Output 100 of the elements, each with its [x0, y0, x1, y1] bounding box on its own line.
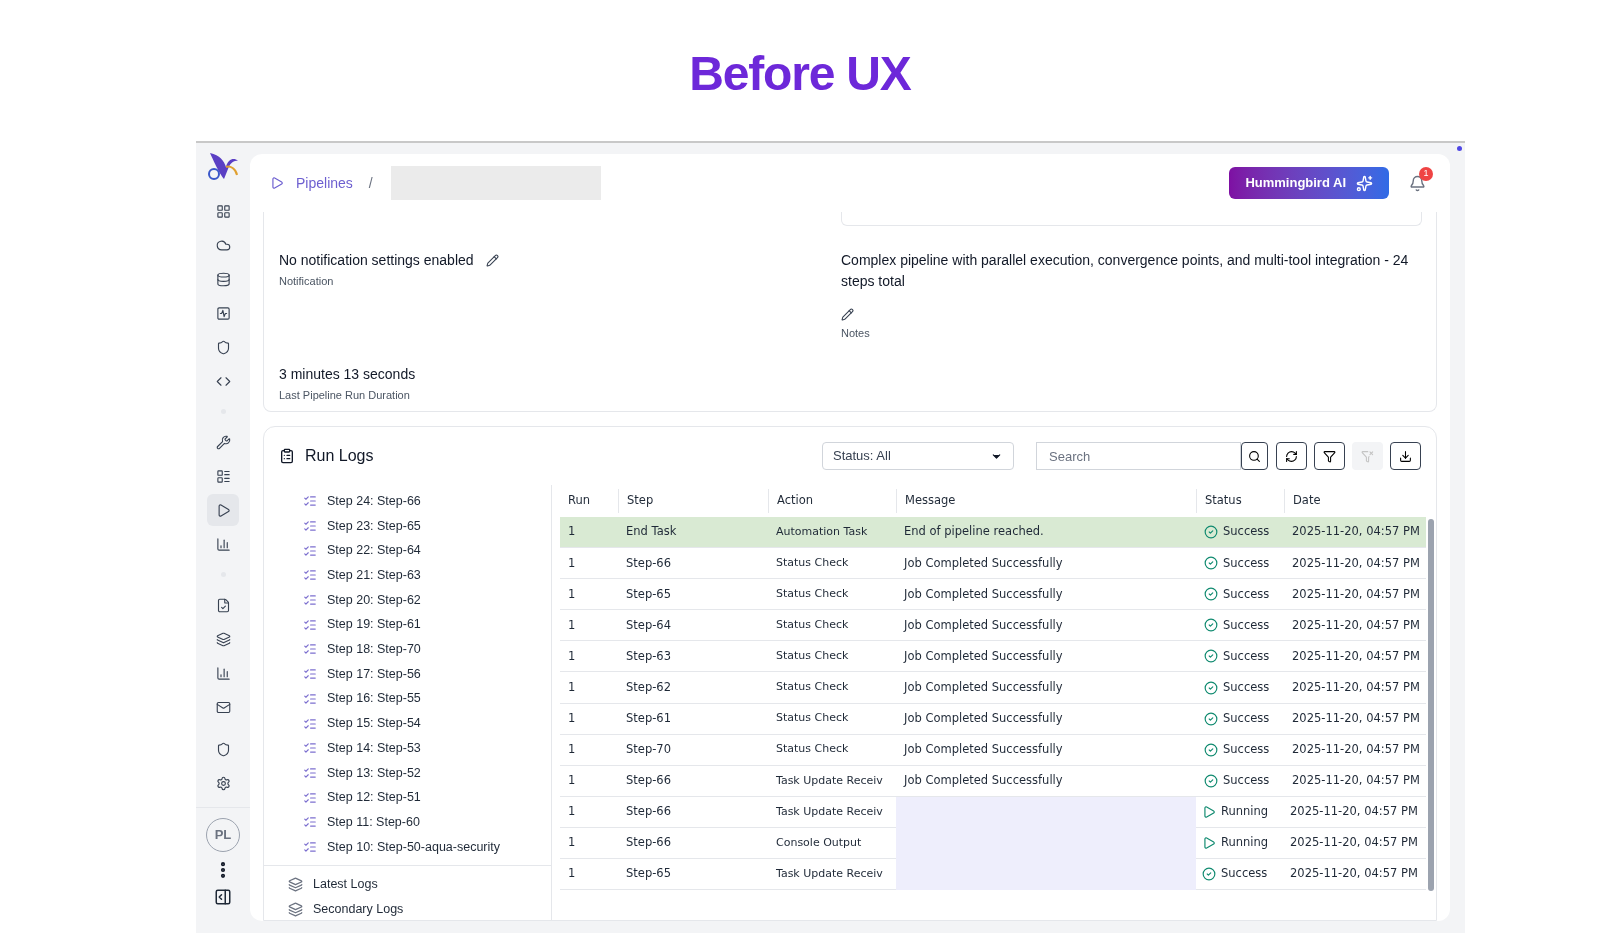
date-cell: 2025-11-20, 04:57 PM: [1292, 741, 1420, 759]
step-item[interactable]: Step 15: Step-54: [303, 711, 551, 736]
download-icon: [1399, 449, 1412, 463]
step-item[interactable]: Step 16: Step-55: [303, 686, 551, 712]
mail-icon: [215, 699, 231, 715]
panel-toggle-icon[interactable]: [214, 888, 232, 906]
step-item[interactable]: Step 17: Step-56: [303, 661, 551, 687]
step-cell-text: Step-61: [626, 710, 671, 727]
search-field[interactable]: Search: [1036, 442, 1241, 470]
scrollbar[interactable]: [1428, 519, 1434, 891]
log-source-item[interactable]: Secondary Logs: [288, 897, 551, 920]
status-label: Success: [1223, 585, 1270, 603]
action-cell-text: Console Output: [776, 834, 862, 851]
step-cell: Step-64: [626, 616, 671, 634]
step-item[interactable]: Step 10: Step-50-aqua-security: [303, 834, 551, 860]
layers-icon: [288, 901, 303, 917]
bird-logo[interactable]: [206, 151, 240, 181]
filter-button[interactable]: [1314, 442, 1345, 470]
table-row[interactable]: 1 End Task Automation Task End of pipeline reached. Success 2025-11-20, 04:57 PM: [560, 517, 1426, 549]
status-label: Success: [1223, 647, 1270, 665]
layers-icon: [215, 631, 231, 647]
step-cell: Step-65: [626, 865, 671, 883]
checklist-icon: [303, 617, 317, 632]
wrench-icon: [215, 434, 231, 450]
status-label: Running: [1221, 834, 1269, 852]
step-item[interactable]: Step 19: Step-61: [303, 612, 551, 638]
column-header: Status: [1204, 492, 1242, 510]
date-cell: 2025-11-20, 04:57 PM: [1292, 585, 1420, 603]
status-label: Success: [1223, 554, 1270, 572]
date-cell-text: 2025-11-20, 04:57 PM: [1292, 678, 1420, 696]
step-item[interactable]: Step 18: Step-70: [303, 637, 551, 662]
date-cell: 2025-11-20, 04:57 PM: [1290, 803, 1418, 821]
search-button[interactable]: [1241, 442, 1268, 470]
duration-label: Last Pipeline Run Duration: [279, 387, 411, 403]
step-item[interactable]: Step 23: Step-65: [303, 513, 551, 539]
step-item[interactable]: Step 12: Step-51: [303, 785, 551, 810]
action-cell: Status Check: [776, 679, 849, 696]
download-button[interactable]: [1390, 442, 1421, 470]
clear-filter-icon: [1361, 449, 1374, 463]
status-label: Success: [1223, 678, 1270, 696]
ai-assistant-button[interactable]: Hummingbird AI: [1229, 167, 1389, 199]
checklist-icon: [303, 593, 317, 608]
refresh-button[interactable]: [1276, 442, 1307, 470]
step-item[interactable]: Step 13: Step-52: [303, 760, 551, 786]
step-item[interactable]: Step 14: Step-53: [303, 735, 551, 761]
action-cell-text: Automation Task: [776, 523, 868, 540]
step-item[interactable]: Step 20: Step-62: [303, 587, 551, 613]
log-source-item[interactable]: Latest Logs: [288, 872, 551, 897]
checklist-icon: [303, 667, 317, 682]
cloud-icon: [215, 237, 231, 253]
column-header: Action: [776, 492, 814, 510]
step-item[interactable]: Step 11: Step-60: [303, 809, 551, 835]
step-cell: End Task: [626, 523, 677, 541]
file-check-icon: [215, 597, 231, 613]
edit-icon[interactable]: [485, 254, 499, 267]
checklist-icon: [303, 642, 317, 657]
step-item[interactable]: Step 21: Step-63: [303, 563, 551, 588]
message-cell: Job Completed Successfully: [904, 741, 1063, 759]
notes-label: Notes: [841, 326, 871, 341]
message-cell: Job Completed Successfully: [904, 554, 1063, 572]
table-row[interactable]: 1 Step-66 Console Output Running 2025-11-20, 04:57 PM: [560, 827, 1426, 860]
run-cell-text: 1: [568, 647, 576, 665]
database-icon: [215, 271, 231, 287]
status-label: Success: [1223, 523, 1270, 541]
chart-icon: [215, 305, 231, 321]
status-label: Success: [1223, 616, 1270, 634]
date-cell: 2025-11-20, 04:57 PM: [1290, 865, 1418, 883]
date-cell: 2025-11-20, 04:57 PM: [1292, 523, 1420, 541]
notification-value: No notification settings enabled: [279, 251, 474, 270]
notification-bell-icon[interactable]: [1409, 174, 1426, 192]
edit-icon[interactable]: [841, 308, 854, 321]
step-cell: Step-66: [626, 834, 671, 852]
table-row[interactable]: 1 Step-66 Task Update Receiv Running 2025-11-20, 04:57 PM: [560, 796, 1426, 828]
step-item[interactable]: Step 24: Step-66: [303, 489, 551, 514]
message-cell: Job Completed Successfully: [904, 772, 1063, 790]
play-icon: [215, 502, 231, 518]
shield-icon: [215, 741, 231, 757]
run-cell: 1: [568, 803, 576, 821]
settings-icon: [215, 775, 231, 791]
step-item[interactable]: Step 22: Step-64: [303, 538, 551, 564]
search-icon: [1248, 449, 1261, 463]
shield-icon: [215, 339, 231, 355]
filter-icon: [1323, 449, 1336, 463]
date-cell-text: 2025-11-20, 04:57 PM: [1292, 647, 1420, 665]
message-cell-text: Job Completed Successfully: [904, 710, 1063, 727]
column-header: Run: [567, 492, 591, 510]
breadcrumb-link[interactable]: Pipelines: [296, 172, 353, 194]
clipboard-icon: [279, 448, 295, 464]
status-label: Success: [1223, 710, 1270, 727]
status-label: Success: [1221, 865, 1268, 883]
checklist-icon: [303, 716, 317, 731]
table-row[interactable]: 1 Step-65 Task Update Receiv Success 2025-11-20, 04:57 PM: [560, 859, 1426, 891]
run-cell: 1: [568, 523, 576, 541]
status-dropdown[interactable]: Status: All: [822, 442, 1014, 470]
bar-chart-icon: [215, 665, 231, 681]
date-cell-text: 2025-11-20, 04:57 PM: [1292, 710, 1420, 727]
checklist-icon: [303, 741, 317, 756]
sidebar-item[interactable]: [207, 494, 239, 526]
action-cell: Status Check: [776, 617, 849, 634]
action-cell: Status Check: [776, 741, 849, 758]
